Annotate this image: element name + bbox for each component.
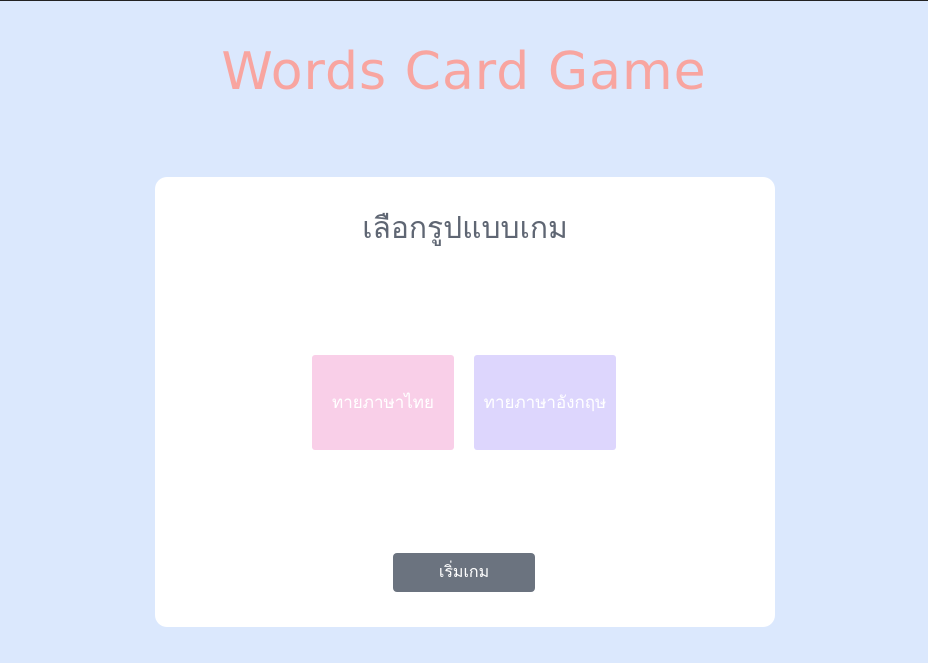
mode-select-heading: เลือกรูปแบบเกม bbox=[362, 211, 568, 246]
mode-guess-thai-button[interactable]: ทายภาษาไทย bbox=[312, 355, 454, 450]
start-game-label: เริ่มเกม bbox=[438, 562, 490, 581]
mode-guess-thai-label: ทายภาษาไทย bbox=[332, 393, 434, 413]
mode-guess-english-label: ทายภาษาอังกฤษ bbox=[483, 393, 607, 413]
start-game-button[interactable]: เริ่มเกม bbox=[393, 553, 535, 592]
game-title: Words Card Game bbox=[221, 42, 707, 102]
mode-guess-english-button[interactable]: ทายภาษาอังกฤษ bbox=[474, 355, 616, 450]
mode-select-panel: เลือกรูปแบบเกม ทายภาษาไทย ทายภาษาอังกฤษ … bbox=[155, 177, 775, 627]
